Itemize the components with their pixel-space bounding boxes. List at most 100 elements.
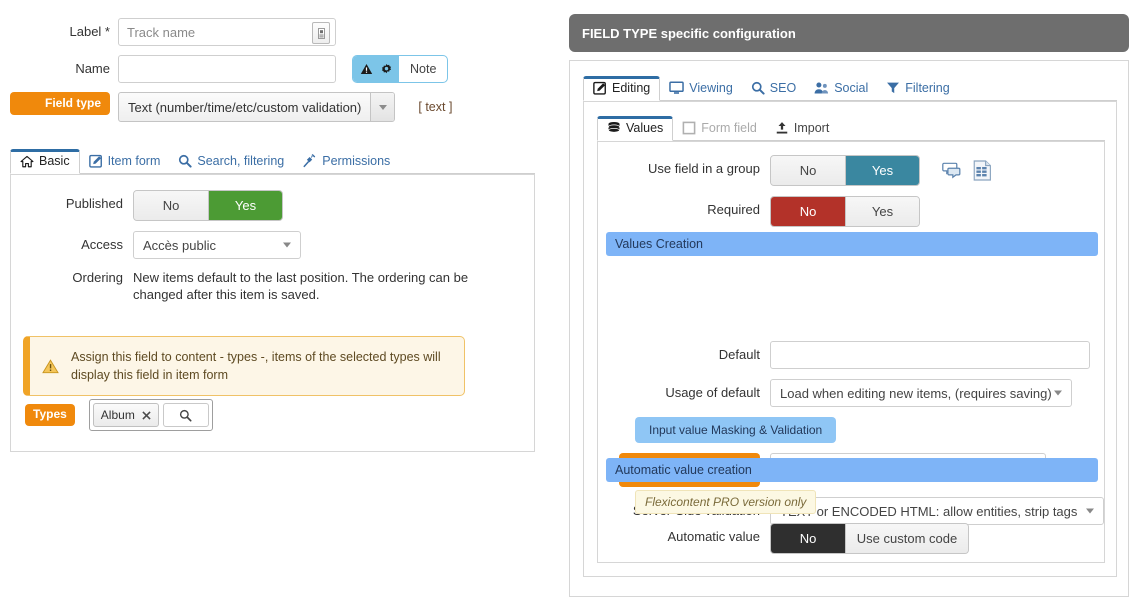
- tab-filtering-label: Filtering: [905, 81, 950, 95]
- note-gear-icon: [378, 56, 399, 82]
- right-panel: FIELD TYPE specific configuration Editin…: [560, 0, 1139, 606]
- automatic-value-creation-section-bar: Automatic value creation: [606, 458, 1098, 482]
- types-badge: Types: [25, 404, 75, 426]
- label-input-badge-icon[interactable]: [312, 22, 330, 44]
- published-option-yes[interactable]: Yes: [208, 191, 282, 220]
- warning-icon: [42, 358, 59, 374]
- tab-basic-label: Basic: [39, 154, 70, 168]
- default-row: Default: [598, 341, 1104, 369]
- monitor-icon: [669, 81, 685, 95]
- subtab-import[interactable]: Import: [766, 117, 838, 140]
- field-type-select-caret[interactable]: [370, 93, 395, 121]
- label-row: Label *: [0, 18, 545, 46]
- access-select-value: Accès public: [143, 237, 216, 253]
- magnifier-icon: [178, 154, 192, 168]
- types-search-button[interactable]: [162, 403, 209, 427]
- left-panel: Label * Name: [0, 0, 545, 606]
- ordering-text: New items default to the last position. …: [133, 270, 469, 302]
- label-input[interactable]: [118, 18, 336, 46]
- right-tabs: Editing Viewing SEO Social Filtering: [583, 73, 1117, 101]
- editing-tab-panel: Values Form field Import Use field in a …: [583, 101, 1117, 577]
- subtab-import-label: Import: [793, 121, 830, 135]
- published-option-no[interactable]: No: [134, 191, 208, 220]
- masking-validation-pill-row: Input value Masking & Validation: [598, 417, 1104, 443]
- server-side-validation-select[interactable]: TEXT or ENCODED HTML: allow entities, st…: [770, 497, 1105, 526]
- tab-permissions[interactable]: Permissions: [293, 150, 399, 173]
- automatic-value-toggle[interactable]: No Use custom code: [770, 523, 969, 554]
- user-group-icon: [814, 81, 829, 95]
- tab-seo[interactable]: SEO: [742, 77, 805, 100]
- assign-types-alert: Assign this field to content - types -, …: [23, 336, 465, 396]
- default-input[interactable]: [770, 341, 1090, 369]
- note-warning-icon: [353, 56, 378, 82]
- pencil-square-icon: [88, 154, 103, 168]
- automatic-value-label: Automatic value: [667, 529, 761, 544]
- table-document-icon[interactable]: [973, 160, 992, 181]
- required-toggle[interactable]: No Yes: [770, 196, 920, 227]
- automatic-value-option-custom[interactable]: Use custom code: [845, 524, 968, 553]
- chevron-down-icon: [1086, 508, 1095, 514]
- published-row: Published No Yes: [11, 190, 534, 221]
- usage-of-default-row: Usage of default Load when editing new i…: [598, 379, 1104, 407]
- fieldtype-config-header-title: FIELD TYPE specific configuration: [582, 25, 796, 41]
- masking-validation-pill[interactable]: Input value Masking & Validation: [635, 417, 837, 443]
- tab-filtering[interactable]: Filtering: [877, 77, 958, 100]
- ordering-row: Ordering New items default to the last p…: [11, 269, 534, 303]
- tab-basic[interactable]: Basic: [10, 149, 80, 174]
- name-row: Name Note: [0, 55, 545, 83]
- home-icon: [20, 155, 34, 168]
- tab-viewing[interactable]: Viewing: [660, 77, 742, 100]
- types-row: Types Album: [25, 399, 213, 431]
- tab-editing-label: Editing: [612, 81, 651, 95]
- ordering-label: Ordering: [72, 270, 123, 285]
- required-option-yes[interactable]: Yes: [845, 197, 919, 226]
- automatic-value-row: Automatic value No Use custom code: [598, 523, 1104, 554]
- values-tab-panel: Use field in a group No Yes Required No …: [597, 141, 1105, 563]
- field-type-select[interactable]: Text (number/time/etc/custom validation): [119, 93, 370, 121]
- tab-social-label: Social: [834, 81, 869, 95]
- usage-of-default-select[interactable]: Load when editing new items, (requires s…: [770, 379, 1072, 407]
- use-field-in-group-label: Use field in a group: [647, 161, 760, 176]
- required-label: Required: [707, 202, 760, 217]
- subtab-form-field-label: Form field: [701, 121, 757, 135]
- use-field-in-group-option-no[interactable]: No: [771, 156, 845, 185]
- plug-icon: [302, 154, 317, 168]
- types-chip-album[interactable]: Album: [92, 403, 159, 427]
- pro-version-note: Flexicontent PRO version only: [635, 490, 817, 514]
- required-option-no[interactable]: No: [771, 197, 845, 226]
- tab-viewing-label: Viewing: [689, 81, 733, 95]
- label-field-label: Label *: [69, 24, 110, 39]
- upload-icon: [775, 121, 789, 135]
- server-side-validation-value: TEXT or ENCODED HTML: allow entities, st…: [780, 503, 1078, 519]
- default-label: Default: [718, 347, 760, 362]
- comments-icon[interactable]: [942, 162, 961, 179]
- name-field-label: Name: [75, 61, 110, 76]
- types-chips-box[interactable]: Album: [88, 399, 213, 431]
- automatic-value-option-no[interactable]: No: [771, 524, 845, 553]
- tab-item-form[interactable]: Item form: [80, 150, 170, 173]
- tab-permissions-label: Permissions: [322, 154, 391, 168]
- checkbox-icon: [682, 121, 696, 135]
- note-button[interactable]: Note: [352, 55, 449, 83]
- subtab-values[interactable]: Values: [597, 116, 674, 141]
- pencil-square-icon: [593, 81, 607, 95]
- access-select[interactable]: Accès public: [133, 231, 301, 259]
- pro-note-row: Flexicontent PRO version only: [635, 490, 817, 514]
- close-icon[interactable]: [142, 410, 151, 420]
- tab-search-filtering[interactable]: Search, filtering: [169, 150, 293, 173]
- tab-editing[interactable]: Editing: [583, 76, 661, 101]
- left-tabs: Basic Item form Search, filtering Permis…: [10, 146, 535, 174]
- field-type-row: Field type Text (number/time/etc/custom …: [0, 92, 545, 122]
- tab-social[interactable]: Social: [805, 77, 877, 100]
- subtab-form-field[interactable]: Form field: [673, 117, 766, 140]
- name-input[interactable]: [118, 55, 336, 83]
- chevron-down-icon: [283, 242, 291, 248]
- usage-of-default-value: Load when editing new items, (requires s…: [780, 385, 1052, 401]
- published-toggle[interactable]: No Yes: [133, 190, 283, 221]
- use-field-in-group-option-yes[interactable]: Yes: [845, 156, 919, 185]
- values-creation-section-bar: Values Creation: [606, 232, 1098, 256]
- use-field-in-group-toggle[interactable]: No Yes: [770, 155, 920, 186]
- access-label: Access: [81, 237, 123, 252]
- assign-types-alert-text: Assign this field to content - types -, …: [71, 350, 441, 382]
- field-type-hint: [ text ]: [418, 100, 453, 114]
